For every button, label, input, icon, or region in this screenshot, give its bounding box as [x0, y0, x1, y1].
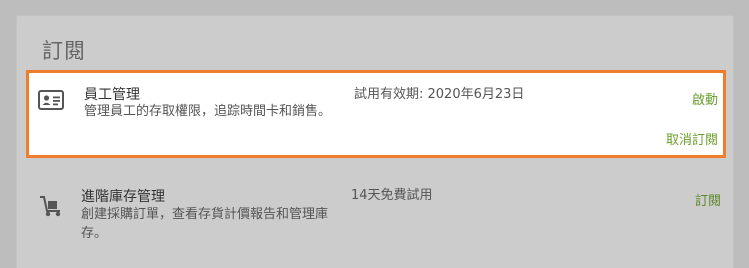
unsubscribe-link[interactable]: 取消訂閱 — [666, 129, 718, 148]
subscriptions-card: 訂閱 員工管理 管理員工的存取權限，追踪時間卡和銷售。 試用有效期: 2020年… — [16, 15, 734, 268]
subscriptions-page: 訂閱 員工管理 管理員工的存取權限，追踪時間卡和銷售。 試用有效期: 2020年… — [0, 0, 749, 268]
subscription-row-employee-management: 員工管理 管理員工的存取權限，追踪時間卡和銷售。 試用有效期: 2020年6月2… — [26, 70, 726, 158]
subscription-description: 創建採購訂單，查看存貨計價報告和管理庫存。 — [81, 207, 329, 241]
subscribe-link[interactable]: 訂閱 — [695, 190, 721, 209]
subscription-status: 14天免費試用 — [351, 188, 433, 203]
section-title: 訂閱 — [42, 39, 86, 63]
id-card-icon — [38, 90, 64, 110]
subscription-name: 員工管理 — [84, 87, 140, 103]
subscription-row-advanced-inventory: 進階庫存管理 創建採購訂單，查看存貨計價報告和管理庫存。 14天免費試用 訂閱 — [26, 176, 726, 266]
hand-truck-icon — [40, 196, 61, 217]
activate-link[interactable]: 啟動 — [692, 89, 718, 108]
subscription-name: 進階庫存管理 — [81, 189, 165, 205]
subscription-status: 試用有效期: 2020年6月23日 — [354, 87, 525, 102]
subscription-description: 管理員工的存取權限，追踪時間卡和銷售。 — [84, 104, 332, 119]
